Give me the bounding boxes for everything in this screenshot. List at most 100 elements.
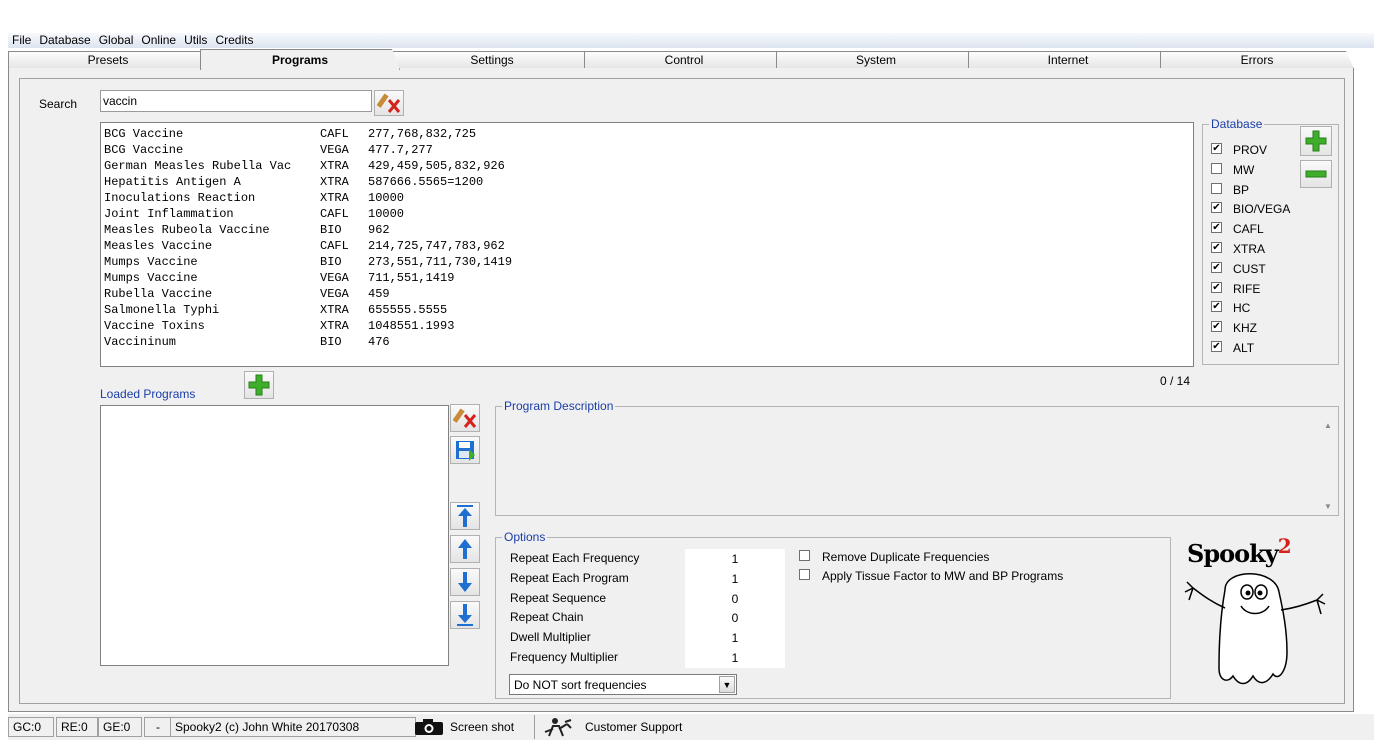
table-row[interactable]: Vaccine Toxins XTRA 1048551.1993 (101, 318, 1193, 334)
option-value-input[interactable]: 1 (685, 568, 785, 589)
database-checkbox-label: RIFE (1233, 281, 1261, 296)
sort-frequencies-select[interactable]: Do NOT sort frequencies ▼ (509, 674, 737, 695)
plus-icon (1305, 130, 1327, 152)
clear-loaded-button[interactable] (450, 404, 480, 432)
menu-online[interactable]: Online (137, 33, 180, 48)
result-name: Rubella Vaccine (104, 287, 213, 301)
loaded-programs-list[interactable] (100, 405, 449, 666)
tab-errors[interactable]: Errors (1160, 51, 1354, 69)
table-row[interactable]: Rubella Vaccine VEGA 459 (101, 286, 1193, 302)
menu-global[interactable]: Global (95, 33, 138, 48)
menu-utils[interactable]: Utils (180, 33, 211, 48)
database-checkbox-label: MW (1233, 162, 1255, 177)
table-row[interactable]: Measles Vaccine CAFL 214,725,747,783,962 (101, 238, 1193, 254)
table-row[interactable]: Hepatitis Antigen A XTRA 587666.5565=1200 (101, 174, 1193, 190)
database-checkbox-alt[interactable]: ✔ ALT (1211, 340, 1301, 356)
scroll-down-icon[interactable]: ▼ (1319, 502, 1337, 511)
database-checkbox-label: PROV (1233, 143, 1268, 157)
add-program-button[interactable] (244, 371, 274, 399)
database-checkbox-label: HC (1233, 301, 1251, 316)
result-freq: 10000 (368, 191, 405, 205)
menu-database[interactable]: Database (35, 33, 94, 48)
table-row[interactable]: BCG Vaccine CAFL 277,768,832,725 (101, 126, 1193, 142)
eraser-icon (377, 93, 401, 113)
database-checkbox-mw[interactable]: MW (1211, 162, 1301, 178)
result-db: XTRA (320, 175, 349, 189)
remove-duplicates-checkbox[interactable]: Remove Duplicate Frequencies (799, 549, 1139, 565)
tab-settings[interactable]: Settings (392, 51, 592, 69)
remove-database-button[interactable] (1300, 160, 1332, 188)
option-label: Repeat Sequence (510, 590, 607, 605)
table-row[interactable]: Salmonella Typhi XTRA 655555.5555 (101, 302, 1193, 318)
move-up-button[interactable] (450, 535, 480, 563)
database-checkbox-cafl[interactable]: ✔ CAFL (1211, 221, 1301, 237)
option-value-input[interactable]: 1 (685, 549, 785, 569)
database-checkbox-bp[interactable]: BP (1211, 182, 1301, 198)
save-programs-button[interactable] (450, 436, 480, 464)
description-scrollbar[interactable]: ▲ ▼ (1319, 411, 1337, 513)
tab-presets[interactable]: Presets (8, 51, 208, 69)
tab-control[interactable]: Control (584, 51, 784, 69)
menu-file[interactable]: File (8, 33, 35, 48)
table-row[interactable]: Mumps Vaccine BIO 273,551,711,730,1419 (101, 254, 1193, 270)
arrow-to-bottom-icon (457, 604, 473, 626)
scroll-up-icon[interactable]: ▲ (1319, 421, 1337, 430)
result-freq: 273,551,711,730,1419 (368, 255, 513, 269)
result-freq: 10000 (368, 207, 405, 221)
arrow-to-top-icon (457, 505, 473, 527)
program-description-title: Program Description (502, 399, 616, 413)
apply-tissue-factor-checkbox[interactable]: Apply Tissue Factor to MW and BP Program… (799, 568, 1139, 584)
database-checkbox-khz[interactable]: ✔ KHZ (1211, 320, 1301, 336)
table-row[interactable]: Mumps Vaccine VEGA 711,551,1419 (101, 270, 1193, 286)
search-results-list[interactable]: BCG Vaccine CAFL 277,768,832,725 BCG Vaccin… (100, 122, 1194, 367)
checkbox-box (1211, 182, 1222, 194)
search-input[interactable] (100, 90, 372, 112)
table-row[interactable]: Measles Rubeola Vaccine BIO 962 (101, 222, 1193, 238)
result-freq: 459 (368, 287, 390, 301)
database-checkbox-rife[interactable]: ✔ RIFE (1211, 281, 1301, 297)
result-db: XTRA (320, 191, 349, 205)
chevron-down-icon[interactable]: ▼ (719, 676, 735, 693)
add-database-button[interactable] (1300, 126, 1332, 156)
status-copyright: Spooky2 (c) John White 20170308 (170, 717, 416, 737)
database-checkbox-xtra[interactable]: ✔ XTRA (1211, 241, 1301, 257)
option-value-input[interactable]: 0 (685, 588, 785, 609)
table-row[interactable]: German Measles Rubella Vac XTRA 429,459,50… (101, 158, 1193, 174)
customer-support-button[interactable]: Customer Support (534, 715, 714, 739)
result-name: Measles Rubeola Vaccine (104, 223, 270, 237)
result-db: VEGA (320, 271, 349, 285)
spooky2-logo: Spooky2 (1183, 530, 1328, 690)
database-checkbox-prov[interactable]: ✔ PROV (1211, 142, 1301, 158)
database-checkbox-hc[interactable]: ✔ HC (1211, 300, 1301, 316)
option-value-input[interactable]: 1 (685, 628, 785, 649)
database-checkbox-label: BP (1233, 182, 1250, 197)
arrow-up-icon (458, 539, 472, 559)
table-row[interactable]: Inoculations Reaction XTRA 10000 (101, 190, 1193, 206)
move-bottom-button[interactable] (450, 601, 480, 629)
ghost-icon (1184, 573, 1326, 685)
move-down-button[interactable] (450, 568, 480, 596)
move-top-button[interactable] (450, 502, 480, 530)
tab-system[interactable]: System (776, 51, 976, 69)
result-db: VEGA (320, 287, 349, 301)
tab-internet[interactable]: Internet (968, 51, 1168, 69)
result-name: Hepatitis Antigen A (104, 175, 241, 189)
clear-search-button[interactable] (374, 90, 404, 116)
table-row[interactable]: Joint Inflammation CAFL 10000 (101, 206, 1193, 222)
database-checkbox-cust[interactable]: ✔ CUST (1211, 261, 1301, 277)
database-checkbox-label: ALT (1233, 341, 1255, 355)
database-checkbox-bio-vega[interactable]: ✔ BIO/VEGA (1211, 201, 1301, 217)
option-value-input[interactable]: 1 (685, 648, 785, 668)
screenshot-button[interactable]: Screen shot (412, 715, 530, 739)
tab-programs[interactable]: Programs (200, 49, 400, 70)
checkbox-box: ✔ (1211, 202, 1222, 214)
menu-credits[interactable]: Credits (211, 33, 257, 48)
result-freq: 477.7,277 (368, 143, 433, 157)
database-checkbox-label: CUST (1233, 261, 1266, 276)
option-label: Dwell Multiplier (510, 630, 591, 645)
table-row[interactable]: Vaccininum BIO 476 (101, 334, 1193, 350)
result-name: Joint Inflammation (104, 207, 234, 221)
table-row[interactable]: BCG Vaccine VEGA 477.7,277 (101, 142, 1193, 158)
option-value-input[interactable]: 0 (685, 608, 785, 629)
status-ge: GE:0 (98, 717, 142, 737)
